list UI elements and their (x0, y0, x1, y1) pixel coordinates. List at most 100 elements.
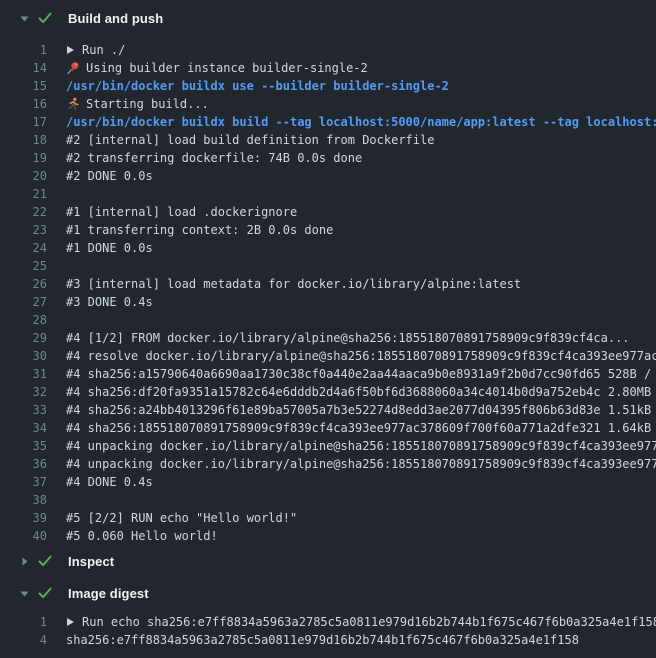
line-number[interactable]: 14 (0, 59, 47, 77)
line-number[interactable]: 38 (0, 491, 47, 509)
log-text: #4 [1/2] FROM docker.io/library/alpine@s… (66, 329, 630, 347)
log-text-content: #1 [internal] load .dockerignore (66, 203, 297, 221)
line-number[interactable]: 32 (0, 383, 47, 401)
log-line: 1 Run echo sha256:e7ff8834a5963a2785c5a08… (0, 613, 656, 631)
command-text: /usr/bin/docker buildx use --builder bui… (66, 77, 449, 95)
log-lines: 1 Run ./ 14 Using builder instance builder-… (0, 41, 656, 545)
section-header[interactable]: Inspect (0, 551, 656, 571)
section-title: Inspect (68, 554, 114, 569)
line-number[interactable]: 36 (0, 455, 47, 473)
log-text: #4 unpacking docker.io/library/alpine@sh… (66, 437, 656, 455)
line-number[interactable]: 33 (0, 401, 47, 419)
log-lines: 1 Run echo sha256:e7ff8834a5963a2785c5a08… (0, 613, 656, 649)
log-line: 25 (0, 257, 656, 275)
line-number[interactable]: 26 (0, 275, 47, 293)
log-text-content: #4 sha256:a24bb4013296f61e89ba57005a7b3e… (66, 401, 656, 419)
log-text: Run echo sha256:e7ff8834a5963a2785c5a081… (66, 613, 656, 631)
log-text: #1 [internal] load .dockerignore (66, 203, 297, 221)
log-line: 29 #4 [1/2] FROM docker.io/library/alpine… (0, 329, 656, 347)
log-line: 21 (0, 185, 656, 203)
line-number[interactable]: 20 (0, 167, 47, 185)
log-text: #2 DONE 0.0s (66, 167, 153, 185)
line-number[interactable]: 28 (0, 311, 47, 329)
log-text-content: #4 sha256:185518070891758909c9f839cf4ca3… (66, 419, 656, 437)
log-text: #5 0.060 Hello world! (66, 527, 218, 545)
line-number[interactable]: 27 (0, 293, 47, 311)
chevron-down-icon[interactable] (19, 588, 30, 599)
log-text-content: #2 transferring dockerfile: 74B 0.0s don… (66, 149, 362, 167)
log-line: 31 #4 sha256:a15790640a6690aa1730c38cf0a4… (0, 365, 656, 383)
log-text: #2 [internal] load build definition from… (66, 131, 434, 149)
log-line: 18 #2 [internal] load build definition fr… (0, 131, 656, 149)
line-number[interactable]: 21 (0, 185, 47, 203)
log-line: 17/usr/bin/docker buildx build --tag loc… (0, 113, 656, 131)
log-text-content: #1 transferring context: 2B 0.0s done (66, 221, 333, 239)
line-number[interactable]: 1 (0, 613, 47, 631)
log-line: 38 (0, 491, 656, 509)
section-header[interactable]: Build and push (0, 8, 656, 28)
log-text-content: Run ./ (82, 41, 125, 59)
line-number[interactable]: 40 (0, 527, 47, 545)
log-line: 15/usr/bin/docker buildx use --builder b… (0, 77, 656, 95)
log-text-content: #3 [internal] load metadata for docker.i… (66, 275, 521, 293)
line-number[interactable]: 25 (0, 257, 47, 275)
log-text: Run ./ (66, 41, 125, 59)
line-number[interactable]: 1 (0, 41, 47, 59)
success-check-icon (38, 12, 52, 24)
line-number[interactable]: 35 (0, 437, 47, 455)
log-text: #4 sha256:a15790640a6690aa1730c38cf0a440… (66, 365, 656, 383)
log-text-content: #2 DONE 0.0s (66, 167, 153, 185)
chevron-down-icon[interactable] (19, 13, 30, 24)
section-header[interactable]: Image digest (0, 583, 656, 603)
log-text: #4 unpacking docker.io/library/alpine@sh… (66, 455, 656, 473)
log-text-content: #4 sha256:a15790640a6690aa1730c38cf0a440… (66, 365, 656, 383)
log-text-content: #2 [internal] load build definition from… (66, 131, 434, 149)
line-number[interactable]: 37 (0, 473, 47, 491)
log-text-content: #4 unpacking docker.io/library/alpine@sh… (66, 437, 656, 455)
actions-log-viewer: Build and push1Run ./14Using builder ins… (0, 0, 656, 658)
line-number[interactable]: 24 (0, 239, 47, 257)
log-text-content: Starting build... (86, 95, 209, 113)
log-text: #4 resolve docker.io/library/alpine@sha2… (66, 347, 656, 365)
log-text: #1 DONE 0.0s (66, 239, 153, 257)
log-text-content: Using builder instance builder-single-2 (86, 59, 368, 77)
expand-chevron-icon[interactable] (66, 45, 75, 55)
line-number[interactable]: 18 (0, 131, 47, 149)
log-text: Starting build... (66, 95, 209, 113)
line-number[interactable]: 30 (0, 347, 47, 365)
log-line: 26 #3 [internal] load metadata for docker… (0, 275, 656, 293)
line-number[interactable]: 15 (0, 77, 47, 95)
log-text: sha256:e7ff8834a5963a2785c5a0811e979d16b… (66, 631, 579, 649)
expand-chevron-icon[interactable] (66, 617, 75, 627)
log-section: Inspect (0, 551, 656, 571)
log-line: 33 #4 sha256:a24bb4013296f61e89ba57005a7b… (0, 401, 656, 419)
log-section: Build and push 1 Run ./ 14 Using builder ins… (0, 8, 656, 545)
line-number[interactable]: 4 (0, 631, 47, 649)
line-number[interactable]: 31 (0, 365, 47, 383)
chevron-right-icon[interactable] (19, 556, 30, 567)
command-text: /usr/bin/docker buildx build --tag local… (66, 113, 656, 131)
log-text-content: #3 DONE 0.4s (66, 293, 153, 311)
log-line: 27 #3 DONE 0.4s (0, 293, 656, 311)
log-text-content: /usr/bin/docker buildx build --tag local… (66, 113, 656, 131)
section-title: Image digest (68, 586, 149, 601)
log-text-content: #4 resolve docker.io/library/alpine@sha2… (66, 347, 656, 365)
pushpin-icon (66, 61, 80, 75)
line-number[interactable]: 22 (0, 203, 47, 221)
log-line: 23 #1 transferring context: 2B 0.0s done (0, 221, 656, 239)
log-text-content: Run echo sha256:e7ff8834a5963a2785c5a081… (82, 613, 656, 631)
line-number[interactable]: 17 (0, 113, 47, 131)
log-line: 20 #2 DONE 0.0s (0, 167, 656, 185)
line-number[interactable]: 23 (0, 221, 47, 239)
success-check-icon (38, 587, 52, 599)
log-text-content: #4 DONE 0.4s (66, 473, 153, 491)
line-number[interactable]: 39 (0, 509, 47, 527)
log-text: Using builder instance builder-single-2 (66, 59, 368, 77)
line-number[interactable]: 29 (0, 329, 47, 347)
log-text: #5 [2/2] RUN echo "Hello world!" (66, 509, 297, 527)
runner-icon (66, 97, 80, 111)
log-text-content: #4 [1/2] FROM docker.io/library/alpine@s… (66, 329, 630, 347)
line-number[interactable]: 34 (0, 419, 47, 437)
line-number[interactable]: 16 (0, 95, 47, 113)
line-number[interactable]: 19 (0, 149, 47, 167)
